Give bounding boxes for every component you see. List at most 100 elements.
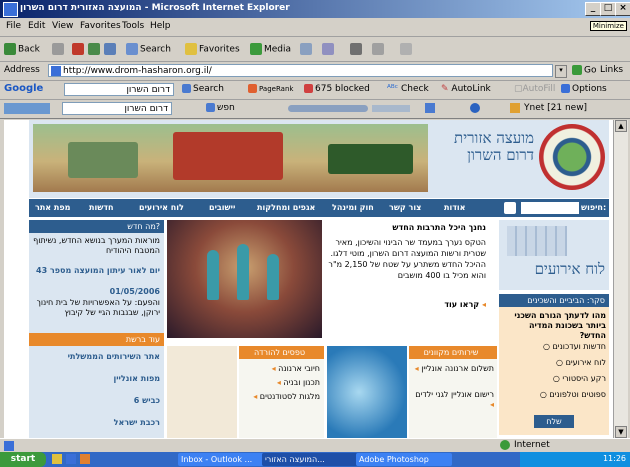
google-search-input[interactable]: דרום השרון	[64, 83, 174, 96]
radio-icon[interactable]: ○	[540, 390, 547, 399]
links-button[interactable]: Links	[600, 65, 623, 75]
poll-option-events-label: לוח אירועים	[565, 358, 606, 367]
dancers-photo[interactable]	[167, 220, 322, 338]
site-title-line2: דרום השרון	[467, 146, 534, 164]
task-ie-active[interactable]: המועצה האזורי...	[262, 453, 358, 466]
go-button[interactable]: Go	[572, 65, 596, 76]
menu-favorites[interactable]: Favorites	[80, 21, 121, 31]
nav-law[interactable]: חוק ומינהל	[332, 203, 374, 212]
home-icon	[104, 43, 116, 55]
form-scholarships-label: מלגות לסטודנטים	[259, 392, 320, 401]
radio-icon[interactable]: ○	[556, 358, 563, 367]
stop-button[interactable]	[72, 43, 86, 55]
refresh-button[interactable]	[88, 43, 102, 55]
nav-news[interactable]: חדשות	[89, 203, 113, 212]
address-input[interactable]: http://www.drom-hasharon.org.il/	[48, 64, 553, 77]
start-button[interactable]: start	[0, 452, 46, 467]
options-button[interactable]: Options	[561, 84, 607, 94]
nav-settlements[interactable]: יישובים	[209, 203, 235, 212]
magnifier-icon[interactable]	[504, 202, 516, 214]
form-link-arnona[interactable]: חיובי ארנונה ◂	[242, 364, 320, 374]
radio-icon[interactable]: ○	[553, 374, 560, 383]
search-button[interactable]: Search	[126, 43, 171, 55]
globe-image	[327, 346, 407, 438]
media-button[interactable]: Media	[250, 43, 291, 55]
link-israel-railways[interactable]: רכבת ישראל	[32, 418, 160, 428]
toolbar2-field[interactable]	[372, 105, 410, 112]
task-outlook[interactable]: Inbox - Outlook ...	[178, 453, 264, 466]
quicklaunch-icon[interactable]	[80, 454, 90, 464]
spellcheck-button[interactable]: ᴬᴮᶜ Check	[387, 84, 429, 94]
whats-new-text[interactable]: מוראות המערך בנושא החדש, נשיתוף המטבח הי…	[32, 236, 160, 256]
menu-edit[interactable]: Edit	[28, 21, 45, 31]
poll-submit-button[interactable]: שלח	[534, 415, 574, 428]
service-link-kindergarten[interactable]: רישום אונליין לגני ילדים ◂	[412, 390, 494, 410]
ynet-button[interactable]: Ynet [21 new]	[524, 103, 587, 113]
poll-option-news[interactable]: חדשות ועדכונים ○	[502, 342, 606, 352]
print-button[interactable]	[350, 43, 364, 55]
favorites-button[interactable]: Favorites	[185, 43, 240, 55]
maximize-button[interactable]: □	[600, 2, 616, 16]
poll-option-history[interactable]: רקע היסטורי ○	[502, 374, 606, 384]
mail-button[interactable]	[322, 43, 336, 55]
poll-option-forms[interactable]: ספוטים וטלפונים ○	[502, 390, 606, 400]
go-label: Go	[584, 65, 597, 76]
poll-option-events[interactable]: לוח אירועים ○	[502, 358, 606, 368]
edit-button[interactable]	[372, 43, 386, 55]
menu-help[interactable]: Help	[150, 21, 171, 31]
back-button[interactable]: Back	[4, 43, 40, 55]
toolbar2-search-label: חפש	[217, 103, 235, 113]
read-more-link[interactable]: ◂ קראו עוד	[404, 300, 486, 310]
form-link-planning[interactable]: תכנון ובניה ◂	[242, 378, 320, 388]
autofill-button[interactable]: ▢AutoFill	[514, 84, 555, 94]
site-search-input[interactable]	[521, 202, 579, 214]
autolink-button[interactable]: ✎ AutoLink	[441, 84, 491, 94]
history-button[interactable]	[300, 43, 314, 55]
address-bar: Address http://www.drom-hasharon.org.il/…	[0, 62, 630, 81]
vertical-scrollbar[interactable]: ▲ ▼	[613, 120, 628, 438]
service-link-arnona[interactable]: תשלום ארנונה אונליין ◂	[412, 364, 494, 374]
toolbar2-search-input[interactable]: דרום השרון	[62, 102, 172, 115]
forms-header: טפסים להורדה	[239, 346, 324, 359]
google-search-button[interactable]: Search	[182, 84, 224, 94]
ie-quicklaunch-icon[interactable]	[66, 454, 76, 464]
home-button[interactable]	[104, 43, 118, 55]
discuss-icon	[400, 43, 412, 55]
info-icon[interactable]	[470, 103, 480, 113]
quicklaunch-icon[interactable]	[52, 454, 62, 464]
toolbar2-icon-a[interactable]	[425, 103, 435, 113]
menu-tools[interactable]: Tools	[122, 21, 144, 31]
task-photoshop[interactable]: Adobe Photoshop	[356, 453, 452, 466]
status-bar: Internet	[0, 438, 630, 453]
scroll-down-icon[interactable]: ▼	[615, 426, 627, 438]
scroll-up-icon[interactable]: ▲	[615, 120, 627, 132]
close-button[interactable]: ×	[615, 2, 630, 16]
address-dropdown-icon[interactable]: ▾	[555, 65, 567, 78]
link-online-maps[interactable]: מפות אונליין	[32, 374, 160, 384]
toolbar2-slider[interactable]	[288, 105, 368, 112]
issue-title[interactable]: יום לאור עיתון המועצה מספר 43	[32, 266, 160, 276]
events-calendar-promo[interactable]: לוח אירועים	[499, 220, 609, 290]
menu-view[interactable]: View	[52, 21, 73, 31]
nav-about[interactable]: אודות	[444, 203, 465, 212]
nav-events[interactable]: לוח אירועים	[139, 203, 184, 212]
page-status-icon	[4, 441, 14, 451]
form-link-scholarships[interactable]: מלגות לסטודנטים ◂	[242, 392, 320, 402]
news-headline[interactable]: נחנך היכל התרבות החדש	[326, 223, 486, 233]
toolbar2-search-button[interactable]: חפש	[206, 103, 235, 113]
discuss-button[interactable]	[400, 43, 414, 55]
pagerank-indicator: PageRank	[248, 84, 293, 94]
news-body: הטקס נערך במעמד שר הבינוי והשיכון, מאיר …	[328, 238, 486, 280]
menu-file[interactable]: File	[6, 21, 21, 31]
radio-icon[interactable]: ○	[543, 342, 550, 351]
forward-button[interactable]	[52, 43, 66, 55]
media-icon	[250, 43, 262, 55]
nav-contact[interactable]: צור קשר	[389, 203, 421, 212]
popup-blocker[interactable]: 675 blocked	[304, 84, 370, 94]
nav-site-map[interactable]: מפת אתר	[35, 203, 70, 212]
link-highway-6[interactable]: כביש 6	[32, 396, 160, 406]
minimize-button[interactable]: _	[585, 2, 601, 16]
walla-toolbar: דרום השרון חפש Ynet [21 new]	[0, 100, 630, 119]
nav-departments[interactable]: אגפים ומחלקות	[257, 203, 315, 212]
link-gov-services[interactable]: אתר השירותים הממשלתי	[32, 352, 160, 362]
